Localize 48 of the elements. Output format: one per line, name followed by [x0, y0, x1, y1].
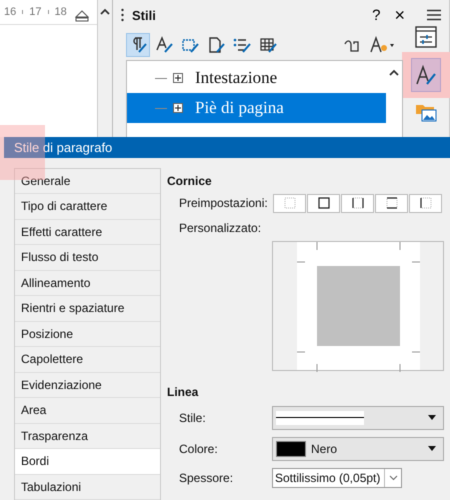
drag-handle-icon[interactable]: [121, 8, 124, 22]
tab[interactable]: Rientri e spaziature: [15, 296, 160, 322]
indent-marker-icon[interactable]: [75, 10, 89, 22]
scroll-up-icon[interactable]: [100, 8, 110, 16]
expand-icon[interactable]: [173, 103, 183, 113]
width-label: Spessore:: [178, 470, 234, 484]
ruler-number: 18: [54, 6, 67, 18]
tree-item[interactable]: Piè di pagina: [127, 93, 386, 123]
close-button[interactable]: ×: [390, 4, 409, 26]
properties-icon[interactable]: [415, 26, 437, 48]
dropdown-arrow-icon: [427, 446, 437, 452]
custom-label: Personalizzato:: [178, 220, 262, 234]
border-preset-button[interactable]: [341, 194, 374, 212]
tab[interactable]: Tipo di carattere: [15, 194, 160, 220]
style-category-button[interactable]: [126, 33, 150, 57]
presets-label: Preimpostazioni:: [178, 196, 269, 210]
styles-deck-button[interactable]: [411, 58, 441, 92]
gallery-icon[interactable]: [415, 102, 437, 122]
menu-icon[interactable]: [427, 9, 441, 21]
chevron-down-icon: [388, 474, 398, 480]
expand-icon[interactable]: [173, 73, 183, 83]
help-button[interactable]: ?: [368, 6, 384, 24]
panel-title: Stili: [132, 8, 156, 22]
tab[interactable]: Area: [15, 398, 160, 424]
dropdown-arrow-icon: [427, 414, 437, 420]
tree-item[interactable]: Intestazione: [127, 63, 386, 93]
border-preset-button[interactable]: [307, 194, 340, 212]
tab[interactable]: Generale: [15, 168, 160, 194]
tab[interactable]: Allineamento: [15, 270, 160, 296]
tab[interactable]: Posizione: [15, 322, 160, 347]
border-preset-button[interactable]: [375, 194, 408, 212]
tab[interactable]: Evidenziazione: [15, 372, 160, 398]
dialog-title: Stile di paragrafo: [4, 137, 450, 158]
tab[interactable]: Effetti carattere: [15, 220, 160, 245]
tab[interactable]: Flusso di testo: [15, 245, 160, 270]
tab[interactable]: Bordi: [15, 449, 160, 474]
color-label: Colore:: [178, 442, 219, 456]
style-label: Stile:: [178, 410, 207, 424]
tab[interactable]: Tabulazioni: [15, 474, 160, 500]
ruler-number: 17: [29, 6, 42, 18]
section-heading: Cornice: [167, 174, 213, 188]
color-dropdown[interactable]: Nero: [272, 436, 444, 460]
section-heading: Linea: [167, 384, 200, 398]
ruler-number: 16: [4, 6, 16, 18]
tab[interactable]: Capolettere: [15, 347, 160, 372]
scroll-up-icon[interactable]: [389, 69, 399, 77]
line-style-dropdown[interactable]: [272, 406, 444, 430]
width-combobox[interactable]: Sottilissimo (0,05pt): [272, 468, 402, 488]
